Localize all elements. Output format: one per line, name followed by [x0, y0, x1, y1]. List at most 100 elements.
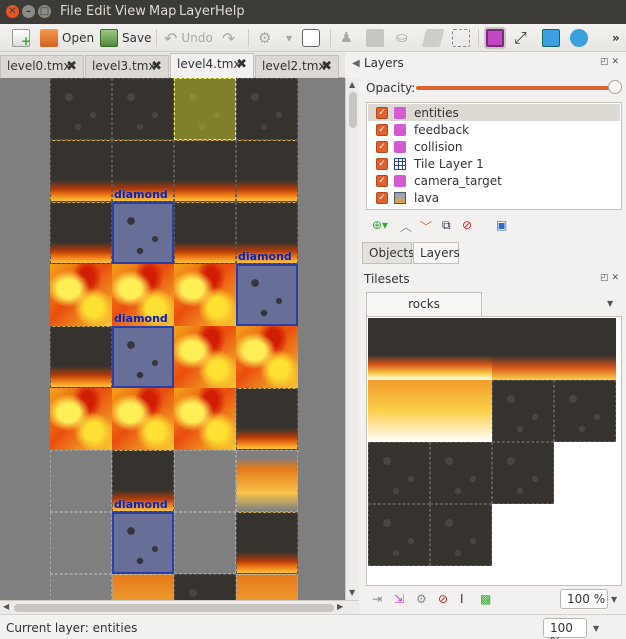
- layer-visible-checkbox[interactable]: ✓: [376, 123, 388, 136]
- rename-icon[interactable]: Ⅰ: [460, 592, 464, 606]
- dock-buttons[interactable]: ◰✕: [600, 273, 622, 283]
- tab-level4[interactable]: level4.tmx ✖: [170, 53, 254, 78]
- close-window-icon[interactable]: ✕: [6, 5, 19, 18]
- map-horizontal-scrollbar[interactable]: ◀ ▶: [0, 600, 359, 614]
- lower-layer-icon[interactable]: ﹀: [420, 218, 432, 235]
- tileset-tile[interactable]: [430, 504, 492, 566]
- minimize-window-icon[interactable]: –: [22, 5, 35, 18]
- layer-visible-checkbox[interactable]: ✓: [376, 140, 388, 153]
- layer-visible-checkbox[interactable]: ✓: [376, 106, 388, 119]
- layer-row-lava[interactable]: ✓ lava: [368, 189, 620, 206]
- map-canvas[interactable]: diamond diamond diamond diamond: [0, 78, 345, 600]
- eraser-button[interactable]: [421, 27, 445, 49]
- layer-row-feedback[interactable]: ✓ feedback: [368, 121, 620, 138]
- command-dropdown-button[interactable]: ▼: [286, 27, 292, 49]
- redo-button[interactable]: ↷: [222, 27, 235, 49]
- map-zoom-field[interactable]: 100 %: [543, 618, 587, 639]
- layer-row-entities[interactable]: ✓ entities: [368, 104, 620, 121]
- remove-tileset-icon[interactable]: ⊘: [438, 592, 448, 606]
- tab-level3[interactable]: level3.tmx ✖: [85, 55, 169, 78]
- layer-row-camera-target[interactable]: ✓ camera_target: [368, 172, 620, 189]
- tileset-tile[interactable]: [368, 318, 430, 380]
- tileset-tile[interactable]: [368, 380, 430, 442]
- tileset-properties-icon[interactable]: ⚙: [416, 592, 427, 606]
- save-button[interactable]: Save: [100, 27, 151, 49]
- scrollbar-thumb[interactable]: [349, 92, 357, 128]
- map-vertical-scrollbar[interactable]: ▲ ▼: [345, 78, 359, 600]
- dock-buttons[interactable]: ◰✕: [600, 57, 622, 67]
- delete-layer-icon[interactable]: ⊘: [462, 218, 472, 232]
- tab-layers[interactable]: Layers: [413, 242, 460, 264]
- menu-edit[interactable]: Edit: [86, 4, 111, 19]
- tab-level2[interactable]: level2.tmx ✖: [255, 55, 339, 78]
- diamond-object[interactable]: [236, 264, 298, 326]
- tileset-tile[interactable]: [554, 380, 616, 442]
- tileset-view[interactable]: [366, 316, 622, 586]
- scrollbar-thumb[interactable]: [14, 604, 334, 612]
- rect-select-button[interactable]: [452, 27, 470, 49]
- tileset-tile[interactable]: [430, 380, 492, 442]
- add-layer-icon[interactable]: ⊕▾: [372, 218, 388, 232]
- diamond-object[interactable]: [112, 202, 174, 264]
- opacity-slider[interactable]: [416, 86, 616, 90]
- undo-button[interactable]: ↶ Undo: [164, 27, 213, 49]
- tileset-zoom-dropdown-icon[interactable]: ▼: [611, 595, 617, 604]
- layer-visible-checkbox[interactable]: ✓: [376, 174, 388, 187]
- menu-layer[interactable]: Layer: [179, 4, 215, 19]
- import-tileset-icon[interactable]: ⇲: [394, 592, 404, 606]
- menu-help[interactable]: Help: [215, 4, 245, 19]
- tileset-tile[interactable]: [492, 318, 554, 380]
- open-button[interactable]: Open: [40, 27, 94, 49]
- close-tab-icon[interactable]: ✖: [151, 59, 162, 74]
- raise-layer-icon[interactable]: ︿: [400, 218, 412, 235]
- tileset-tile[interactable]: [430, 442, 492, 504]
- edit-polygons-button[interactable]: ⤢: [514, 27, 527, 49]
- layer-row-collision[interactable]: ✓ collision: [368, 138, 620, 155]
- maximize-window-icon[interactable]: □: [38, 5, 51, 18]
- menu-map[interactable]: Map: [149, 4, 176, 19]
- close-tab-icon[interactable]: ✖: [236, 57, 247, 72]
- stamp-brush-button[interactable]: ♟: [340, 27, 353, 49]
- layer-row-tile-layer-1[interactable]: ✓ Tile Layer 1: [368, 155, 620, 172]
- scroll-up-icon[interactable]: ▲: [349, 80, 355, 89]
- tileset-tab-rocks[interactable]: rocks: [366, 292, 482, 316]
- terrain-brush-button[interactable]: [366, 27, 384, 49]
- tileset-tile[interactable]: [368, 442, 430, 504]
- random-mode-button[interactable]: [302, 27, 320, 49]
- toggle-other-layers-icon[interactable]: ▣: [496, 218, 507, 232]
- menu-file[interactable]: File: [60, 4, 82, 19]
- bucket-fill-button[interactable]: ⛀: [396, 27, 408, 49]
- insert-ellipse-button[interactable]: [570, 27, 588, 49]
- tileset-tile[interactable]: [430, 318, 492, 380]
- new-button[interactable]: +: [12, 27, 31, 49]
- select-objects-button[interactable]: [484, 27, 506, 49]
- tileset-tile[interactable]: [368, 504, 430, 566]
- tileset-tile[interactable]: [492, 442, 554, 504]
- tileset-tile[interactable]: [492, 380, 554, 442]
- map-zoom-dropdown-icon[interactable]: ▼: [593, 624, 599, 633]
- layer-visible-checkbox[interactable]: ✓: [376, 191, 388, 204]
- dice-icon: [302, 29, 320, 47]
- tab-scroll-left-icon[interactable]: ◀: [352, 58, 360, 69]
- tab-level0[interactable]: level0.tmx ✖: [0, 55, 84, 78]
- opacity-slider-handle[interactable]: [608, 80, 622, 94]
- tileset-zoom-field[interactable]: 100 %: [560, 589, 608, 609]
- tileset-tile[interactable]: [554, 318, 616, 380]
- menu-view[interactable]: View: [115, 4, 146, 19]
- close-tab-icon[interactable]: ✖: [66, 59, 77, 74]
- scroll-down-icon[interactable]: ▼: [349, 588, 355, 597]
- edit-terrain-icon[interactable]: ▩: [480, 592, 491, 606]
- new-tileset-icon[interactable]: ⇥: [372, 592, 382, 606]
- scroll-left-icon[interactable]: ◀: [3, 602, 9, 611]
- tab-objects[interactable]: Objects: [362, 242, 414, 264]
- duplicate-layer-icon[interactable]: ⧉: [442, 218, 451, 233]
- insert-rectangle-button[interactable]: [542, 27, 560, 49]
- toolbar-overflow-button[interactable]: »: [612, 27, 620, 49]
- diamond-object[interactable]: [112, 512, 174, 574]
- close-tab-icon[interactable]: ✖: [321, 59, 332, 74]
- tileset-dropdown-icon[interactable]: ▼: [607, 299, 613, 308]
- diamond-object[interactable]: [112, 326, 174, 388]
- command-button[interactable]: ⚙: [258, 27, 271, 49]
- layer-visible-checkbox[interactable]: ✓: [376, 157, 388, 170]
- scroll-right-icon[interactable]: ▶: [337, 602, 343, 611]
